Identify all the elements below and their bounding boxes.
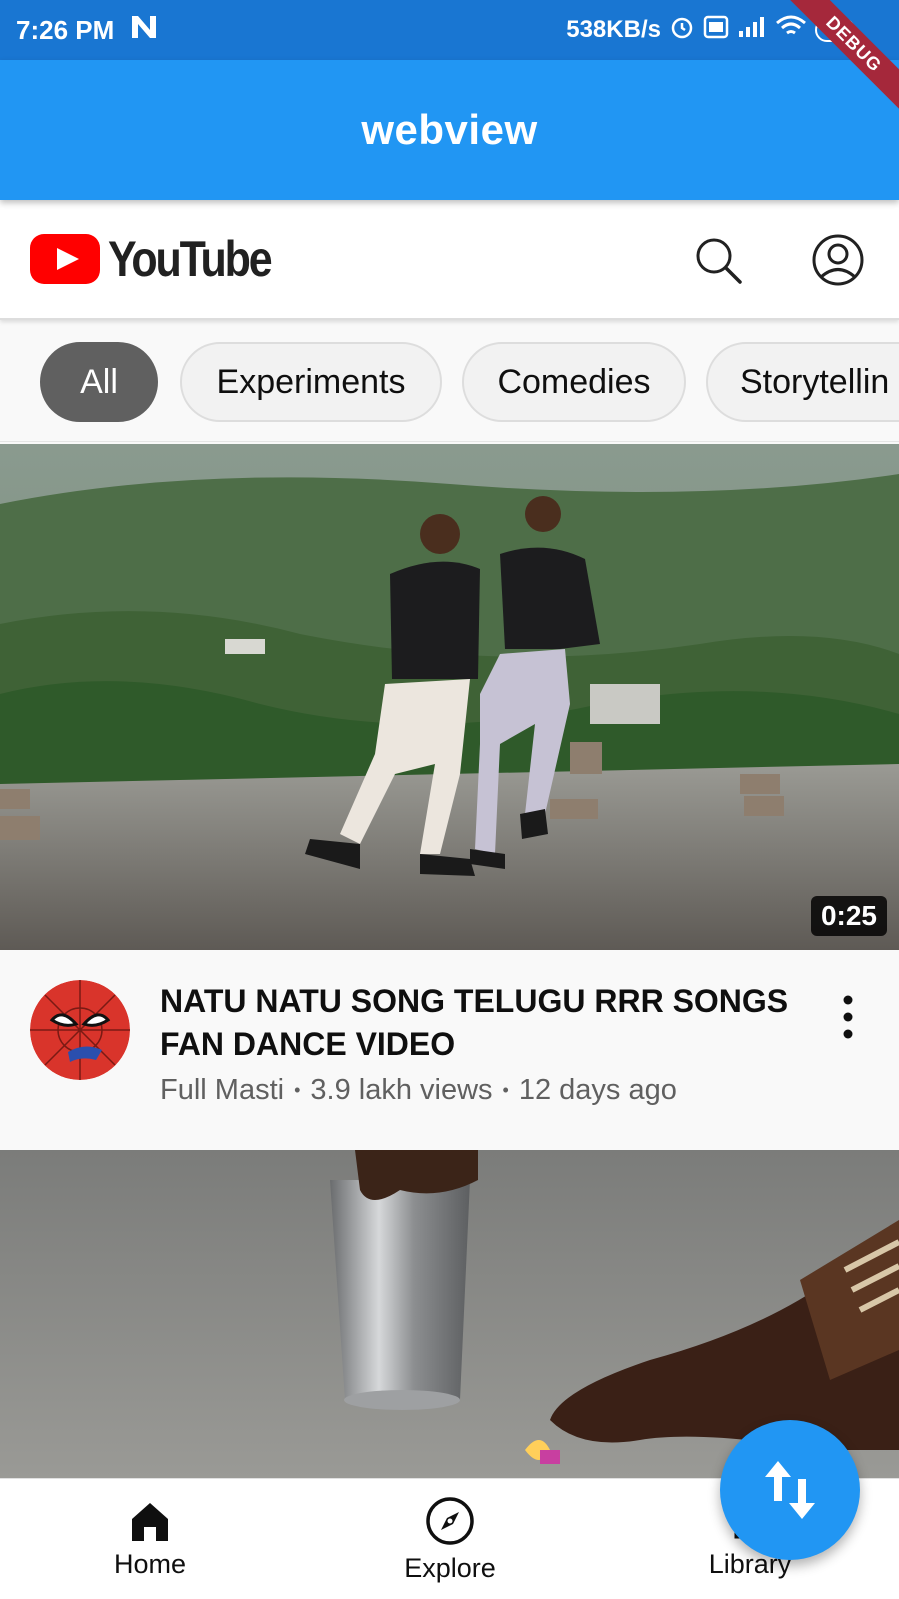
status-bar: 7:26 PM 538KB/s 67 DEBUG xyxy=(0,0,899,115)
category-chips: All Experiments Comedies Storytellin xyxy=(0,322,899,442)
nav-home[interactable]: Home xyxy=(50,1479,250,1599)
separator-dot: • xyxy=(294,1080,301,1100)
nav-explore-label: Explore xyxy=(404,1553,496,1583)
app-bar: webview xyxy=(0,60,899,200)
video-duration: 0:25 xyxy=(810,896,887,936)
chip-comedies[interactable]: Comedies xyxy=(462,342,686,422)
n-icon xyxy=(130,14,158,47)
status-time: 7:26 PM xyxy=(16,14,115,45)
swap-vertical-icon xyxy=(765,1461,815,1519)
chip-experiments[interactable]: Experiments xyxy=(180,342,442,422)
nav-home-label: Home xyxy=(113,1549,187,1579)
more-options-icon[interactable] xyxy=(830,990,866,1050)
chip-all[interactable]: All xyxy=(40,342,158,422)
swap-fab-button[interactable] xyxy=(720,1420,860,1560)
account-icon[interactable] xyxy=(810,232,866,288)
youtube-play-icon xyxy=(30,234,100,284)
channel-avatar[interactable] xyxy=(30,980,130,1080)
upload-age: 12 days ago xyxy=(518,1074,677,1106)
view-count: 3.9 lakh views xyxy=(310,1074,493,1106)
separator-dot: • xyxy=(502,1080,509,1100)
youtube-logo[interactable]: YouTube xyxy=(30,230,297,288)
compass-icon xyxy=(426,1497,474,1545)
search-icon[interactable] xyxy=(690,232,746,288)
app-bar-title: webview xyxy=(361,106,538,153)
video-meta[interactable]: NATU NATU SONG TELUGU RRR SONGS FAN DANC… xyxy=(0,950,899,1148)
video-thumbnail[interactable]: 0:25 xyxy=(0,444,899,950)
wifi-icon xyxy=(775,14,807,47)
volte-icon xyxy=(703,14,729,47)
channel-name[interactable]: Full Masti xyxy=(160,1074,284,1107)
signal-icon xyxy=(737,15,767,46)
video-subtitle: Full Masti • 3.9 lakh views • 12 days ag… xyxy=(160,1074,677,1107)
youtube-header: YouTube xyxy=(0,200,899,320)
chip-storytelling[interactable]: Storytellin xyxy=(706,342,899,422)
network-speed: 538KB/s xyxy=(566,16,661,43)
video-title[interactable]: NATU NATU SONG TELUGU RRR SONGS FAN DANC… xyxy=(160,980,810,1066)
alarm-icon xyxy=(669,14,695,47)
youtube-logo-text: YouTube xyxy=(108,231,273,287)
app-root: 7:26 PM 538KB/s 67 DEBUG webview xyxy=(0,0,899,1599)
nav-explore[interactable]: Explore xyxy=(350,1479,550,1599)
home-icon xyxy=(132,1503,168,1541)
video-thumbnail-image xyxy=(0,444,899,950)
